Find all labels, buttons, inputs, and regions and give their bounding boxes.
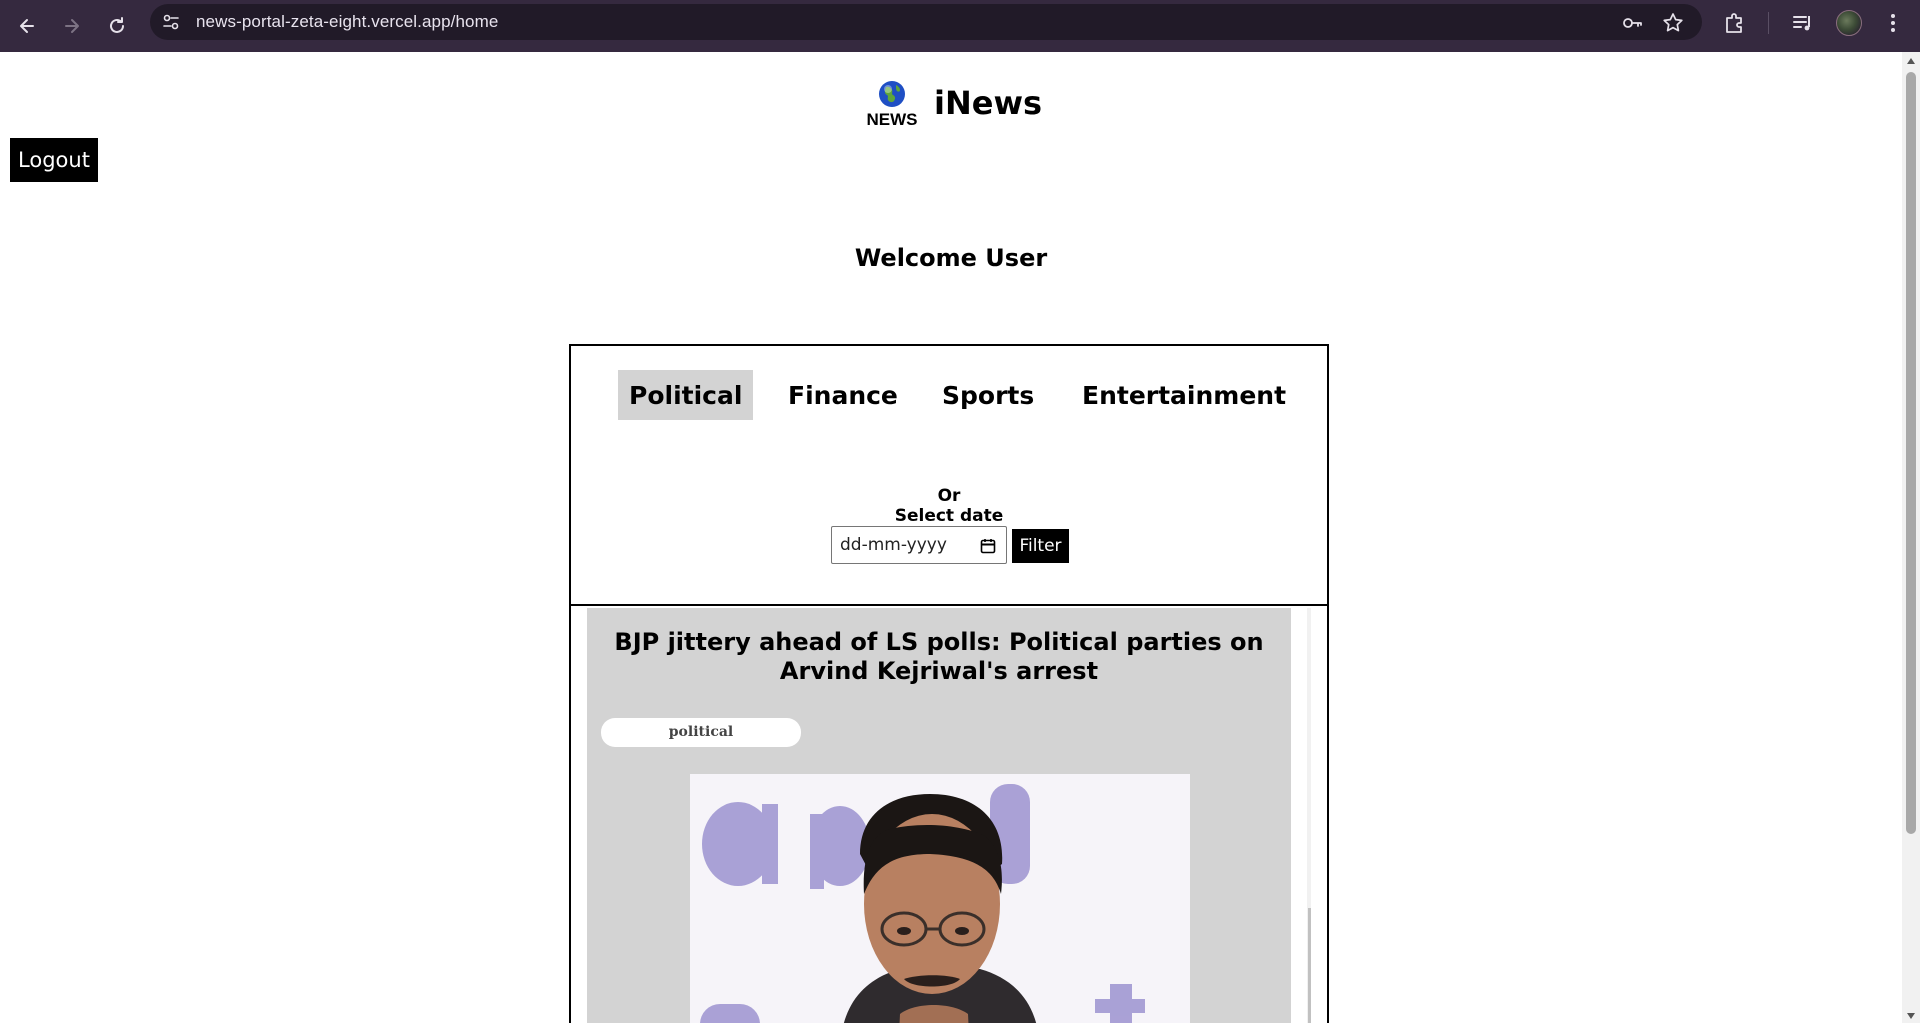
page-scrollbar[interactable] [1902,52,1920,1023]
logout-button[interactable]: Logout [10,138,98,182]
media-icon[interactable] [1790,10,1816,36]
panel-divider [571,604,1327,606]
url-text[interactable]: news-portal-zeta-eight.vercel.app/home [196,11,498,33]
forward-button[interactable] [56,10,88,42]
site-info-icon[interactable] [160,11,182,33]
filter-button[interactable]: Filter [1012,529,1069,563]
site-logo[interactable]: NEWS [864,80,920,138]
select-date-label: Select date [894,506,1004,526]
site-title: iNews [934,84,1043,122]
extensions-icon[interactable] [1722,10,1748,36]
page-scrollbar-thumb[interactable] [1906,72,1916,834]
key-icon[interactable] [1620,11,1644,35]
page-scroll-up-icon[interactable] [1907,58,1915,64]
page-viewport: NEWS iNews Logout Welcome User Political… [0,52,1902,1023]
profile-avatar[interactable] [1836,10,1862,36]
star-icon[interactable] [1661,11,1685,35]
logo-wordmark: NEWS [866,110,918,129]
back-button[interactable] [11,10,43,42]
feed-scrollbar-thumb[interactable] [1308,908,1311,1023]
back-icon [20,19,34,33]
browser-toolbar: news-portal-zeta-eight.vercel.app/home [0,0,1920,52]
tab-sports[interactable]: Sports [931,370,1045,420]
news-card[interactable]: BJP jittery ahead of LS polls: Political… [587,608,1291,1023]
forward-icon [65,19,79,33]
tab-entertainment[interactable]: Entertainment [1071,370,1297,420]
calendar-icon[interactable] [980,538,996,554]
category-tabs: Political Finance Sports Entertainment [571,346,1327,446]
globe-icon [879,81,905,107]
feed-scrollbar[interactable] [1307,608,1311,1023]
reload-icon [110,17,124,33]
news-feed: BJP jittery ahead of LS polls: Political… [587,608,1311,1023]
category-badge: political [601,718,801,747]
news-image[interactable] [690,774,1190,1023]
page-scroll-down-icon[interactable] [1907,1013,1915,1019]
tab-political[interactable]: Political [618,370,754,420]
or-label: Or [937,486,961,506]
menu-icon[interactable] [1880,10,1906,36]
news-photo [690,774,1190,1023]
toolbar-divider [1768,12,1769,34]
news-card-title[interactable]: BJP jittery ahead of LS polls: Political… [607,628,1271,686]
reload-button[interactable] [101,10,133,42]
welcome-heading: Welcome User [854,244,1048,272]
tab-finance[interactable]: Finance [777,370,909,420]
news-panel: Political Finance Sports Entertainment O… [569,344,1329,1023]
